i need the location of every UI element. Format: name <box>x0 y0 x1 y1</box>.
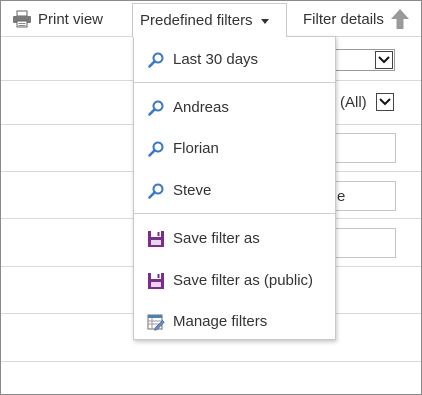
search-icon <box>148 183 164 199</box>
select-arrow-icon <box>376 93 394 111</box>
print-view-button[interactable]: Print view <box>12 1 103 37</box>
select-arrow-icon <box>375 51 393 69</box>
filter-panel: Print view Predefined filters Filter det… <box>0 0 422 395</box>
menu-separator <box>134 213 335 214</box>
menu-item-florian[interactable]: Florian <box>134 134 335 164</box>
floppy-disk-icon <box>148 273 164 289</box>
menu-item-andreas[interactable]: Andreas <box>134 93 335 123</box>
menu-item-label: Florian <box>173 140 219 157</box>
arrow-up-icon <box>390 9 409 29</box>
menu-item-label: Last 30 days <box>173 51 259 68</box>
menu-item-save-filter-as[interactable]: Save filter as <box>134 224 335 254</box>
menu-item-manage-filters[interactable]: Manage filters <box>134 307 335 337</box>
menu-item-label: Steve <box>173 182 212 199</box>
print-view-label: Print view <box>38 10 104 28</box>
menu-item-label: Save filter as <box>173 230 260 247</box>
filter-select-2-value: (All) <box>340 94 367 111</box>
caret-down-icon <box>260 19 269 24</box>
menu-item-label: Manage filters <box>173 313 268 330</box>
predefined-filters-button[interactable]: Predefined filters <box>132 3 287 37</box>
search-icon <box>148 100 164 116</box>
search-icon <box>148 52 164 68</box>
filter-input-2-value: e <box>337 188 346 205</box>
row-divider <box>1 361 421 362</box>
floppy-disk-icon <box>148 231 164 247</box>
menu-item-steve[interactable]: Steve <box>134 176 335 206</box>
predefined-filters-menu: Last 30 days Andreas Florian Steve Save … <box>133 36 336 340</box>
menu-item-last-30-days[interactable]: Last 30 days <box>134 45 335 75</box>
menu-item-label: Save filter as (public) <box>173 272 314 289</box>
menu-item-label: Andreas <box>173 99 229 116</box>
menu-item-save-filter-as-public[interactable]: Save filter as (public) <box>134 266 335 296</box>
toolbar: Print view Predefined filters Filter det… <box>1 1 421 37</box>
menu-separator <box>134 82 335 83</box>
manage-filters-icon <box>147 314 165 331</box>
filter-details-button[interactable]: Filter details <box>303 1 410 37</box>
predefined-filters-label: Predefined filters <box>140 12 253 29</box>
printer-icon <box>13 10 31 28</box>
filter-details-label: Filter details <box>303 10 384 28</box>
search-icon <box>148 141 164 157</box>
